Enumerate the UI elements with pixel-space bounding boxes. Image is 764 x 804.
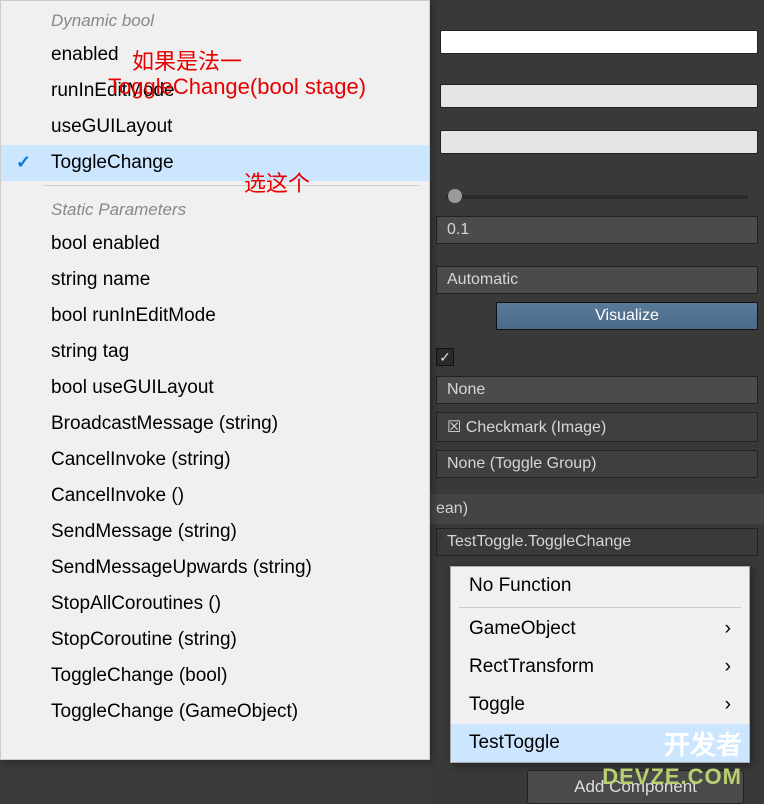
- event-method-dropdown[interactable]: TestToggle.ToggleChange: [436, 528, 758, 556]
- color-field-1[interactable]: [440, 30, 758, 54]
- menu-item-static-12[interactable]: ToggleChange (bool): [1, 658, 429, 694]
- menu-item-static-5[interactable]: BroadcastMessage (string): [1, 406, 429, 442]
- color-field-3[interactable]: [440, 130, 758, 154]
- menu-separator: [43, 185, 419, 186]
- group-field[interactable]: None (Toggle Group): [436, 450, 758, 478]
- menu-item-dynamic-2[interactable]: useGUILayout: [1, 109, 429, 145]
- section-header-static: Static Parameters: [1, 190, 429, 226]
- menu-item-static-4[interactable]: bool useGUILayout: [1, 370, 429, 406]
- submenu-item-gameobject[interactable]: GameObject›: [451, 610, 749, 648]
- menu-item-static-13[interactable]: ToggleChange (GameObject): [1, 694, 429, 730]
- menu-item-static-10[interactable]: StopAllCoroutines (): [1, 586, 429, 622]
- menu-item-static-1[interactable]: string name: [1, 262, 429, 298]
- graphic-field[interactable]: ☒ Checkmark (Image): [436, 412, 758, 442]
- submenu-separator: [459, 607, 741, 608]
- menu-item-static-11[interactable]: StopCoroutine (string): [1, 622, 429, 658]
- annotation-text-3: 选这个: [244, 166, 310, 198]
- transition-target[interactable]: None: [436, 376, 758, 404]
- fade-duration-slider[interactable]: [446, 195, 748, 199]
- menu-item-static-3[interactable]: string tag: [1, 334, 429, 370]
- watermark-cn: 开发者: [664, 725, 742, 762]
- menu-item-dynamic-3[interactable]: ToggleChange: [1, 145, 429, 181]
- menu-item-static-0[interactable]: bool enabled: [1, 226, 429, 262]
- function-dropdown-menu: Dynamic bool enabledrunInEditModeuseGUIL…: [0, 0, 430, 760]
- chevron-right-icon: ›: [725, 618, 731, 640]
- submenu-no-function[interactable]: No Function: [451, 567, 749, 605]
- menu-item-static-9[interactable]: SendMessageUpwards (string): [1, 550, 429, 586]
- section-header-dynamic: Dynamic bool: [1, 1, 429, 37]
- menu-item-static-8[interactable]: SendMessage (string): [1, 514, 429, 550]
- menu-item-static-2[interactable]: bool runInEditMode: [1, 298, 429, 334]
- is-on-checkbox[interactable]: ✓: [436, 348, 454, 366]
- chevron-right-icon: ›: [725, 694, 731, 716]
- color-field-2[interactable]: [440, 84, 758, 108]
- menu-item-static-6[interactable]: CancelInvoke (string): [1, 442, 429, 478]
- event-header-partial: ean): [436, 500, 468, 518]
- annotation-text-2: ToggleChange(bool stage): [108, 74, 366, 100]
- annotation-text-1: 如果是法一: [132, 44, 242, 76]
- navigation-dropdown[interactable]: Automatic: [436, 266, 758, 294]
- slider-value[interactable]: 0.1: [436, 216, 758, 244]
- visualize-button[interactable]: Visualize: [496, 302, 758, 330]
- submenu-item-recttransform[interactable]: RectTransform›: [451, 648, 749, 686]
- watermark-en: DEVZE.COM: [602, 764, 742, 790]
- submenu-item-toggle[interactable]: Toggle›: [451, 686, 749, 724]
- menu-item-static-7[interactable]: CancelInvoke (): [1, 478, 429, 514]
- slider-thumb[interactable]: [448, 189, 462, 203]
- chevron-right-icon: ›: [725, 656, 731, 678]
